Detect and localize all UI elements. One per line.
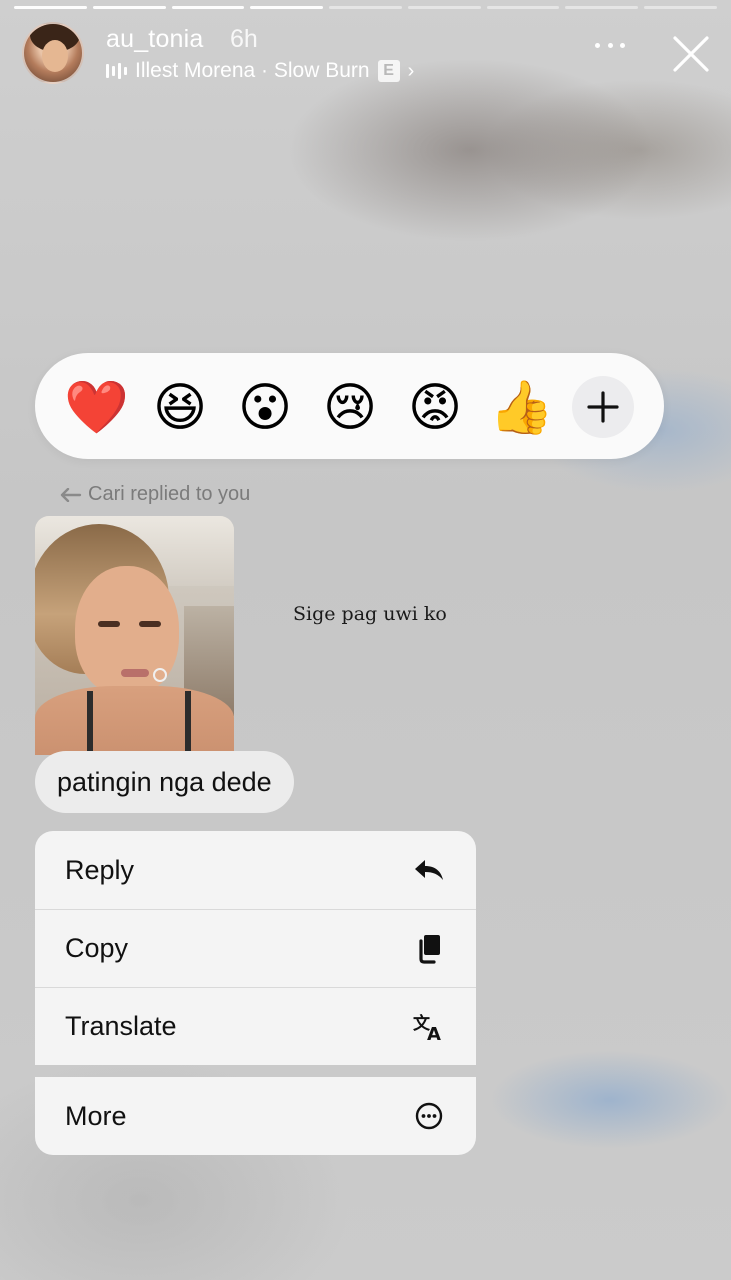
avatar[interactable] [22, 22, 84, 84]
story-reply-thumbnail[interactable] [35, 516, 234, 755]
crying-emoji[interactable]: 😢 [319, 377, 381, 439]
progress-segment [14, 6, 87, 9]
menu-item-reply[interactable]: Reply [35, 831, 476, 909]
progress-segment [92, 6, 166, 9]
more-options-icon[interactable] [595, 40, 625, 50]
close-icon[interactable] [669, 32, 713, 76]
menu-item-label: Translate [65, 1011, 177, 1041]
translate-icon: 文 A [412, 1010, 446, 1044]
laughing-emoji[interactable]: 😆 [149, 377, 211, 439]
more-circle-icon [412, 1099, 446, 1133]
menu-item-copy[interactable]: Copy [35, 909, 476, 987]
red-heart-emoji[interactable]: ❤️ [64, 377, 129, 439]
context-menu-more-group: More [35, 1077, 476, 1155]
progress-segment [486, 6, 560, 9]
progress-segment [329, 6, 402, 9]
progress-segment [407, 6, 481, 9]
message-bubble[interactable]: patingin nga dede [35, 751, 294, 813]
angry-emoji[interactable]: 😡 [404, 377, 466, 439]
music-info[interactable]: Illest Morena · Slow Burn E › [106, 58, 414, 84]
menu-item-label: More [65, 1100, 127, 1131]
menu-item-more[interactable]: More [35, 1077, 476, 1155]
plus-icon [587, 391, 619, 423]
context-menu-main-group: Reply Copy Translate 文 A [35, 831, 476, 1065]
time-ago: 6h [230, 25, 258, 53]
reply-arrow-icon [412, 853, 446, 887]
story-progress-bar [14, 6, 718, 9]
audio-bars-icon [106, 63, 127, 79]
progress-segment [250, 6, 324, 9]
story-header: au_tonia 6h Illest Morena · Slow Burn E … [22, 22, 715, 86]
surprised-emoji[interactable]: 😮 [234, 377, 296, 439]
copy-icon [412, 932, 446, 966]
chevron-right-icon: › [407, 59, 415, 82]
svg-text:A: A [427, 1024, 441, 1042]
username[interactable]: au_tonia [106, 25, 204, 54]
context-menu: Reply Copy Translate 文 A More [35, 831, 476, 1155]
add-reaction-button[interactable] [572, 376, 634, 438]
music-title: Illest Morena · Slow Burn [135, 59, 370, 82]
menu-item-label: Copy [65, 933, 129, 963]
story-sticker-text: Sige pag uwi ko [293, 603, 447, 625]
menu-item-label: Reply [65, 854, 135, 885]
progress-segment [565, 6, 639, 9]
reaction-bar: ❤️ 😆 😮 😢 😡 👍 [35, 353, 664, 459]
menu-item-translate[interactable]: Translate 文 A [35, 987, 476, 1065]
reply-arrow-small-icon [60, 487, 82, 502]
explicit-badge: E [377, 60, 400, 82]
reply-context-text: Cari replied to you [88, 483, 251, 505]
thumbs-up-emoji[interactable]: 👍 [489, 377, 554, 439]
reply-context-label: Cari replied to you [60, 483, 250, 506]
progress-segment [171, 6, 245, 9]
progress-segment [644, 6, 718, 9]
